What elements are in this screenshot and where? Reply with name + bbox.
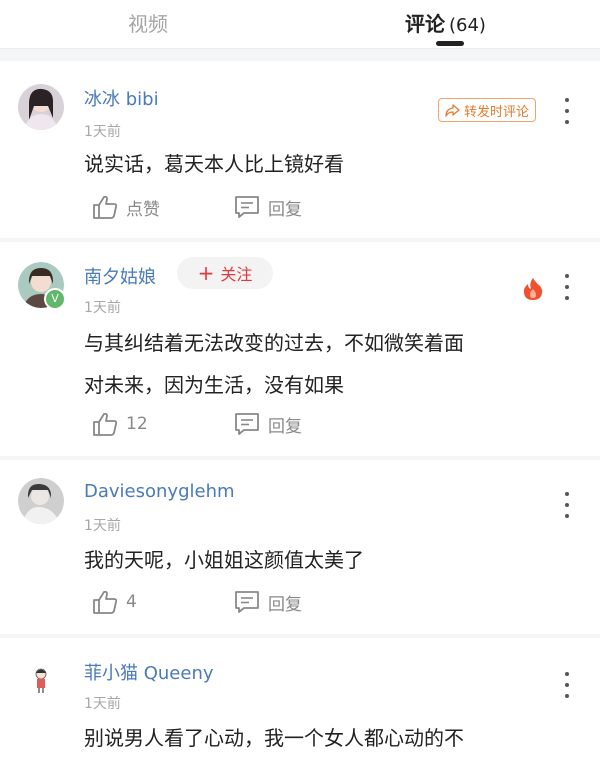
avatar-image-icon [18, 656, 64, 702]
avatar-image-icon [18, 84, 64, 130]
reply-label: 回复 [268, 199, 302, 220]
tab-comments[interactable]: 评论 (64) [405, 8, 486, 37]
verified-badge: V [44, 288, 66, 310]
comment-text-line: 说实话，葛天本人比上镜好看 [84, 152, 344, 176]
reply-label: 回复 [268, 594, 302, 615]
like-count: 12 [126, 414, 148, 434]
reply-button[interactable]: 回复 [234, 193, 302, 221]
like-count: 4 [126, 592, 137, 612]
comment-username[interactable]: 冰冰 bibi [84, 85, 159, 111]
comment-text-line: 别说男人看了心动，我一个女人都心动的不 [84, 726, 464, 750]
avatar[interactable] [18, 478, 64, 524]
like-button[interactable]: 12 [92, 410, 148, 438]
thumbs-up-icon [93, 195, 118, 219]
comment-divider [0, 634, 600, 638]
reply-label: 回复 [268, 416, 302, 437]
comment-text: 我的天呢，小姐姐这颜值太美了 [84, 539, 574, 581]
active-tab-indicator [436, 41, 464, 46]
comment-time: 1天前 [84, 300, 121, 316]
thumbs-up-icon [93, 412, 118, 436]
tab-comments-label: 评论 [405, 12, 445, 36]
like-button[interactable]: 点赞 [92, 193, 160, 221]
reply-icon [235, 196, 259, 218]
like-button[interactable]: 4 [92, 588, 137, 616]
comment-divider [0, 456, 600, 460]
comment-time: 1天前 [84, 518, 121, 534]
more-options-icon[interactable] [560, 274, 574, 300]
comment-divider [0, 238, 600, 242]
reply-button[interactable]: 回复 [234, 410, 302, 438]
forward-comment-label: 转发时评论 [464, 104, 530, 120]
avatar[interactable] [18, 84, 64, 130]
comment-text-line: 与其纠结着无法改变的过去，不如微笑着面 [84, 331, 464, 355]
section-gap [0, 49, 600, 61]
follow-label: 关注 [220, 265, 253, 284]
more-options-icon[interactable] [560, 98, 574, 124]
comment-time: 1天前 [84, 124, 121, 140]
avatar[interactable] [18, 656, 64, 702]
tab-video[interactable]: 视频 [128, 8, 168, 37]
plus-icon: + [197, 261, 215, 285]
more-options-icon[interactable] [560, 492, 574, 518]
comment-text: 与其纠结着无法改变的过去，不如微笑着面 对未来，因为生活，没有如果 [84, 322, 574, 406]
reply-button[interactable]: 回复 [234, 588, 302, 616]
comment-username[interactable]: Daviesonyglehm [84, 481, 235, 502]
reply-icon [235, 591, 259, 613]
comment-text-line: 对未来，因为生活，没有如果 [84, 373, 344, 397]
avatar[interactable]: V [18, 262, 66, 310]
flame-icon [523, 278, 543, 300]
avatar-image-icon [18, 478, 64, 524]
comment-text: 别说男人看了心动，我一个女人都心动的不 [84, 717, 574, 759]
comment-text: 说实话，葛天本人比上镜好看 [84, 143, 574, 185]
comment-username[interactable]: 菲小猫 Queeny [84, 659, 214, 685]
tab-bar: 视频 评论 (64) [0, 0, 600, 49]
thumbs-up-icon [93, 590, 118, 614]
forward-comment-button[interactable]: 转发时评论 [438, 98, 537, 122]
comment-username[interactable]: 南夕姑娘 [84, 263, 156, 289]
reply-icon [235, 413, 259, 435]
share-arrow-icon [445, 103, 460, 117]
comment-text-line: 我的天呢，小姐姐这颜值太美了 [84, 548, 364, 572]
comment-time: 1天前 [84, 696, 121, 712]
like-label: 点赞 [126, 199, 160, 220]
follow-button[interactable]: + 关注 [177, 257, 273, 289]
comments-count: (64) [449, 15, 486, 36]
more-options-icon[interactable] [560, 672, 574, 698]
